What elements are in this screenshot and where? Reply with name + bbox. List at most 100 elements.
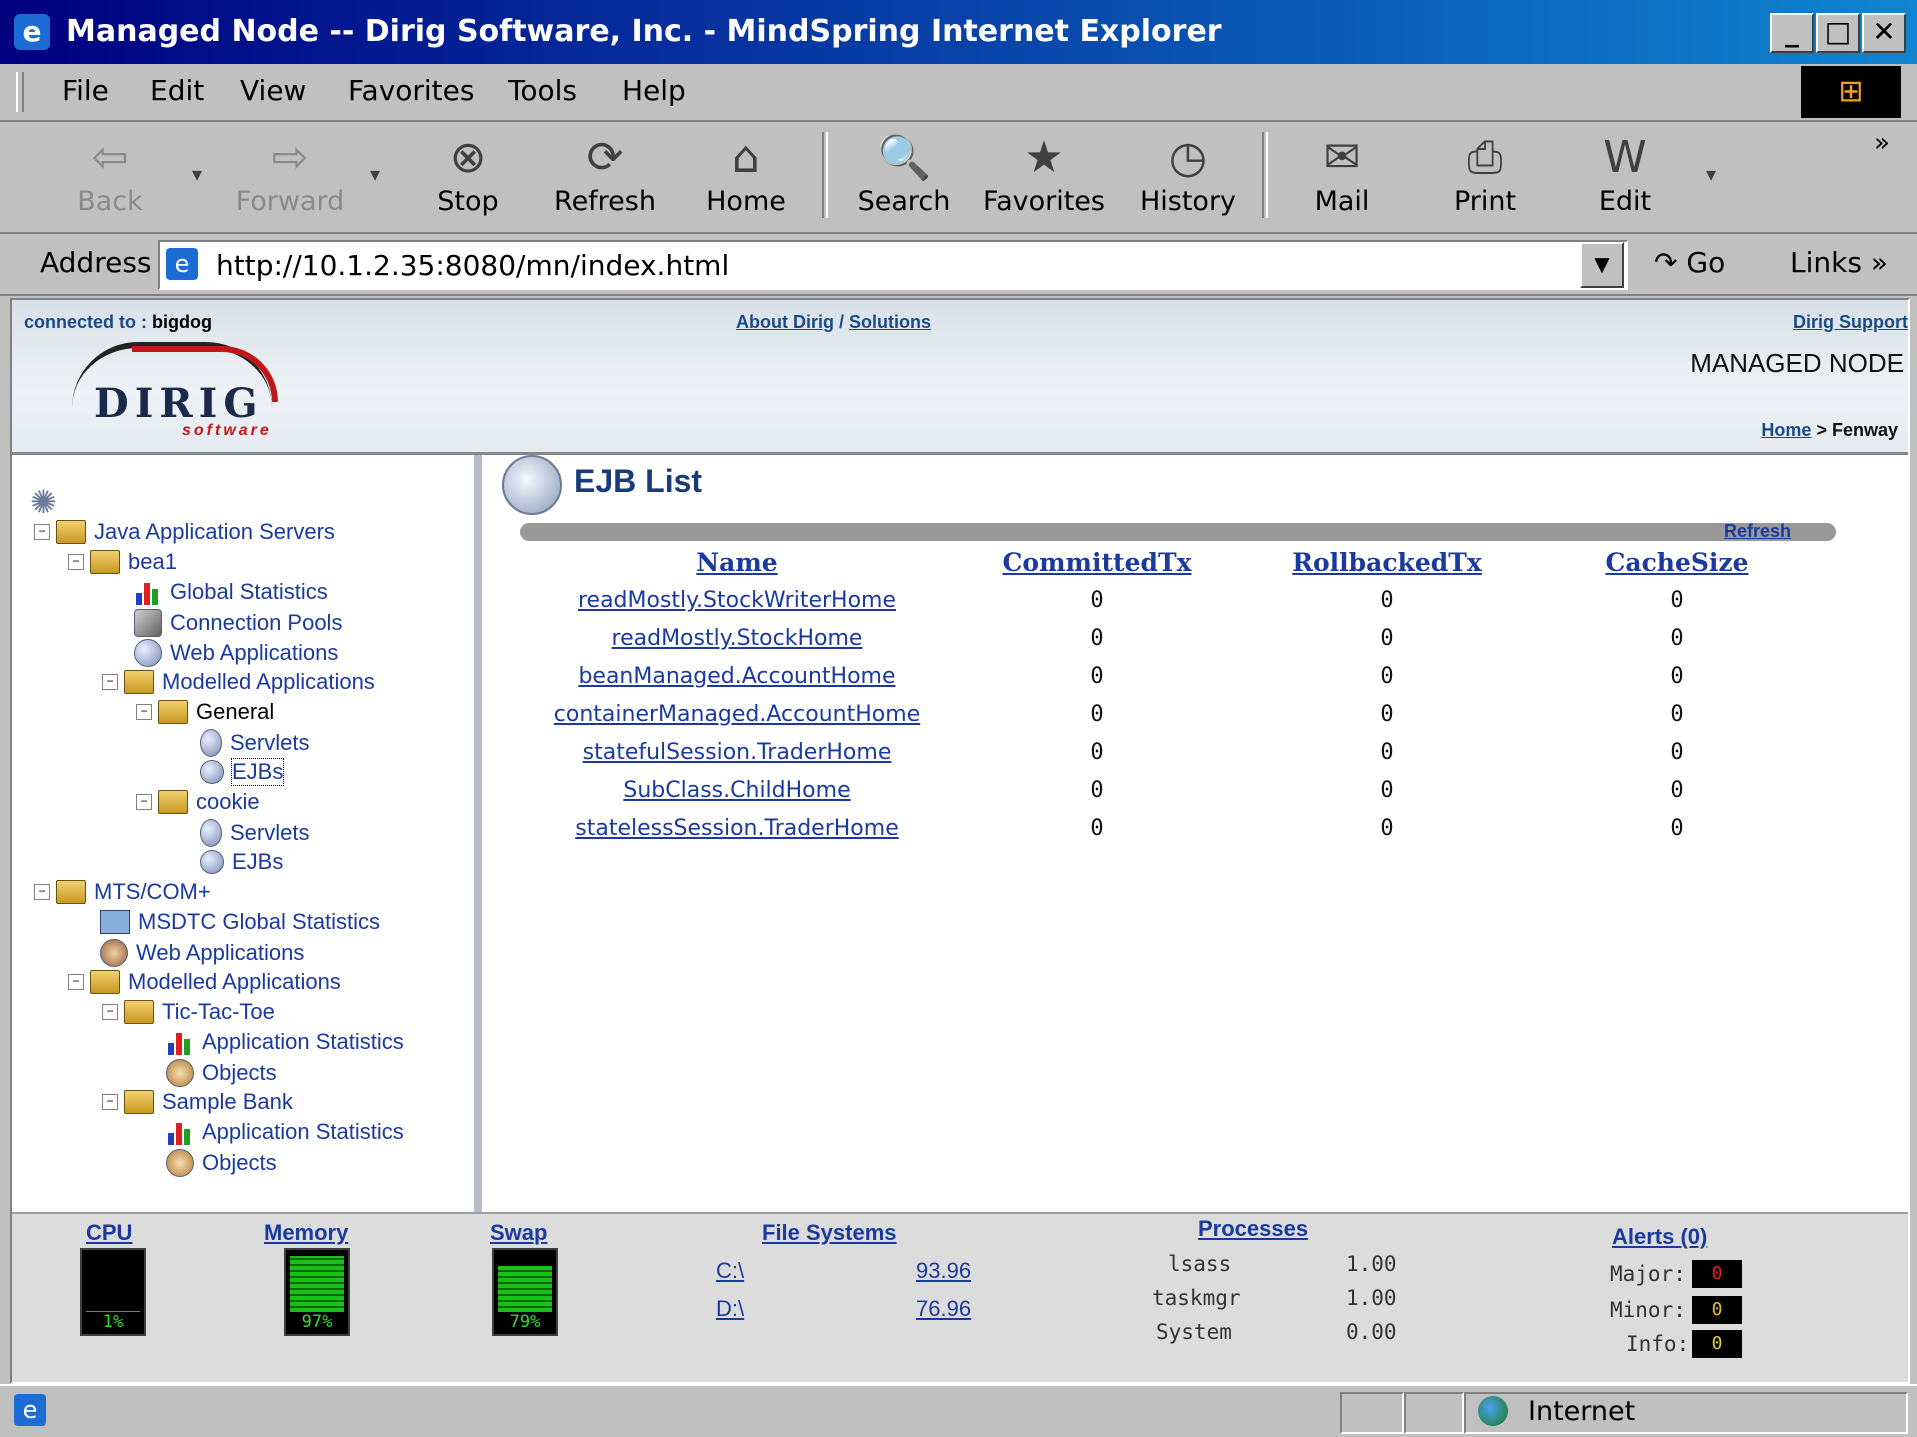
close-button[interactable]: ✕ [1862,13,1906,53]
address-input[interactable]: e http://10.1.2.35:8080/mn/index.html [158,240,1628,290]
fs-drive-link[interactable]: C:\ [716,1258,744,1284]
tree-tic-tac-toe[interactable]: − Tic-Tac-Toe [102,999,275,1025]
tree-cookie-servlets[interactable]: Servlets [200,819,309,847]
menu-file[interactable]: File [62,74,109,107]
solutions-link[interactable]: Solutions [849,312,931,332]
processes-link[interactable]: Processes [1198,1216,1308,1242]
alert-major-count[interactable]: 0 [1692,1260,1742,1288]
collapse-icon[interactable]: − [102,1004,118,1020]
stop-button[interactable]: ⊗ Stop [428,130,508,217]
alert-label-info: Info: [1626,1332,1690,1356]
alert-minor-count[interactable]: 0 [1692,1296,1742,1324]
tree-mts-web-applications[interactable]: Web Applications [100,939,304,967]
tree-sb-application-statistics[interactable]: Application Statistics [166,1119,404,1145]
web-page: connected to : bigdog About Dirig / Solu… [10,298,1910,1384]
tree-general-servlets[interactable]: Servlets [200,729,309,757]
breadcrumb-home[interactable]: Home [1761,420,1811,440]
address-url[interactable]: http://10.1.2.35:8080/mn/index.html [216,249,729,282]
collapse-icon[interactable]: − [102,674,118,690]
home-button[interactable]: ⌂ Home [704,130,788,217]
search-button[interactable]: 🔍 Search [852,130,956,217]
alert-info-count[interactable]: 0 [1692,1330,1742,1358]
ejb-name-link[interactable]: containerManaged.AccountHome [522,695,952,733]
tree-general[interactable]: − General [136,699,274,725]
refresh-link[interactable]: Refresh [1724,521,1791,542]
address-dropdown-button[interactable]: ▼ [1580,242,1624,288]
print-button[interactable]: ⎙ Print [1446,130,1524,217]
ejb-name-link[interactable]: SubClass.ChildHome [522,771,952,809]
favorites-button[interactable]: ★ Favorites [982,130,1106,217]
tree-mts-com[interactable]: − MTS/COM+ [34,879,211,905]
back-button[interactable]: ⇦ Back [70,130,150,217]
tree-ttt-objects[interactable]: Objects [166,1059,277,1087]
tree-web-applications[interactable]: Web Applications [134,639,338,667]
title-bar[interactable]: e Managed Node -- Dirig Software, Inc. -… [0,0,1917,64]
ie-app-icon[interactable]: e [14,14,50,50]
tree-sb-objects[interactable]: Objects [166,1149,277,1177]
tree-connection-pools[interactable]: Connection Pools [134,609,342,637]
tree-cookie-ejbs[interactable]: EJBs [200,849,283,875]
ejb-name-link[interactable]: statefulSession.TraderHome [522,733,952,771]
tree-bea1[interactable]: − bea1 [68,549,177,575]
history-button[interactable]: ◷ History [1138,130,1238,217]
collapse-icon[interactable]: − [34,524,50,540]
edit-button[interactable]: W Edit [1590,130,1660,217]
collapse-icon[interactable]: − [136,794,152,810]
swap-link[interactable]: Swap [490,1220,547,1246]
cpu-link[interactable]: CPU [86,1220,132,1246]
forward-button[interactable]: ⇨ Forward [232,130,348,217]
process-value: 1.00 [1346,1252,1397,1276]
tree-sample-bank[interactable]: − Sample Bank [102,1089,293,1115]
tree-java-app-servers[interactable]: − Java Application Servers [34,519,335,545]
collapse-icon[interactable]: − [68,974,84,990]
tree-general-ejbs[interactable]: EJBs [200,758,285,786]
menu-favorites[interactable]: Favorites [348,74,474,107]
ejb-name-link[interactable]: statelessSession.TraderHome [522,809,952,847]
tree-mts-modelled-applications[interactable]: − Modelled Applications [68,969,341,995]
tree-ttt-application-statistics[interactable]: Application Statistics [166,1029,404,1055]
menu-tools[interactable]: Tools [508,74,577,107]
about-dirig-link[interactable]: About Dirig [736,312,834,332]
alert-count: 0 [1711,1299,1723,1320]
column-header-name[interactable]: Name [522,543,952,581]
ejb-name-link[interactable]: readMostly.StockHome [522,619,952,657]
menu-edit[interactable]: Edit [150,74,204,107]
edit-dropdown-icon[interactable]: ▾ [1706,162,1716,186]
memory-link[interactable]: Memory [264,1220,348,1246]
fs-value-link[interactable]: 76.96 [916,1296,971,1322]
column-header-committedtx[interactable]: CommittedTx [952,543,1242,581]
links-button[interactable]: Links » [1790,246,1888,279]
refresh-button[interactable]: ⟳ Refresh [548,130,662,217]
tree-global-statistics[interactable]: Global Statistics [134,579,328,605]
tree-msdtc-global-statistics[interactable]: MSDTC Global Statistics [100,909,380,935]
collapse-icon[interactable]: − [34,884,50,900]
fs-drive-link[interactable]: D:\ [716,1296,744,1322]
dirig-support-link[interactable]: Dirig Support [1793,312,1908,333]
back-dropdown-icon[interactable]: ▾ [192,162,202,186]
minimize-button[interactable]: _ [1770,13,1814,53]
ejb-table: Name CommittedTx RollbackedTx CacheSize … [522,543,1822,847]
users-icon [100,939,128,967]
toolbar-separator [822,132,828,218]
collapse-icon[interactable]: − [136,704,152,720]
column-header-cachesize[interactable]: CacheSize [1532,543,1822,581]
tree-cookie[interactable]: − cookie [136,789,260,815]
toolbar-overflow-icon[interactable]: » [1874,128,1890,158]
tree-modelled-applications[interactable]: − Modelled Applications [102,669,375,695]
back-label: Back [77,186,143,217]
alerts-link[interactable]: Alerts (0) [1612,1224,1707,1250]
collapse-icon[interactable]: − [102,1094,118,1110]
menu-help[interactable]: Help [622,74,686,107]
ejb-name-link[interactable]: readMostly.StockWriterHome [522,581,952,619]
fs-value-link[interactable]: 93.96 [916,1258,971,1284]
forward-dropdown-icon[interactable]: ▾ [370,162,380,186]
file-systems-link[interactable]: File Systems [762,1220,897,1246]
go-button[interactable]: ↷ Go [1654,246,1725,279]
menu-view[interactable]: View [240,74,306,107]
column-header-rollbackedtx[interactable]: RollbackedTx [1242,543,1532,581]
mail-button[interactable]: ✉ Mail [1300,130,1384,217]
ejb-name-link[interactable]: beanManaged.AccountHome [522,657,952,695]
maximize-button[interactable]: □ [1816,13,1860,53]
tree-label: Sample Bank [162,1089,293,1114]
collapse-icon[interactable]: − [68,554,84,570]
